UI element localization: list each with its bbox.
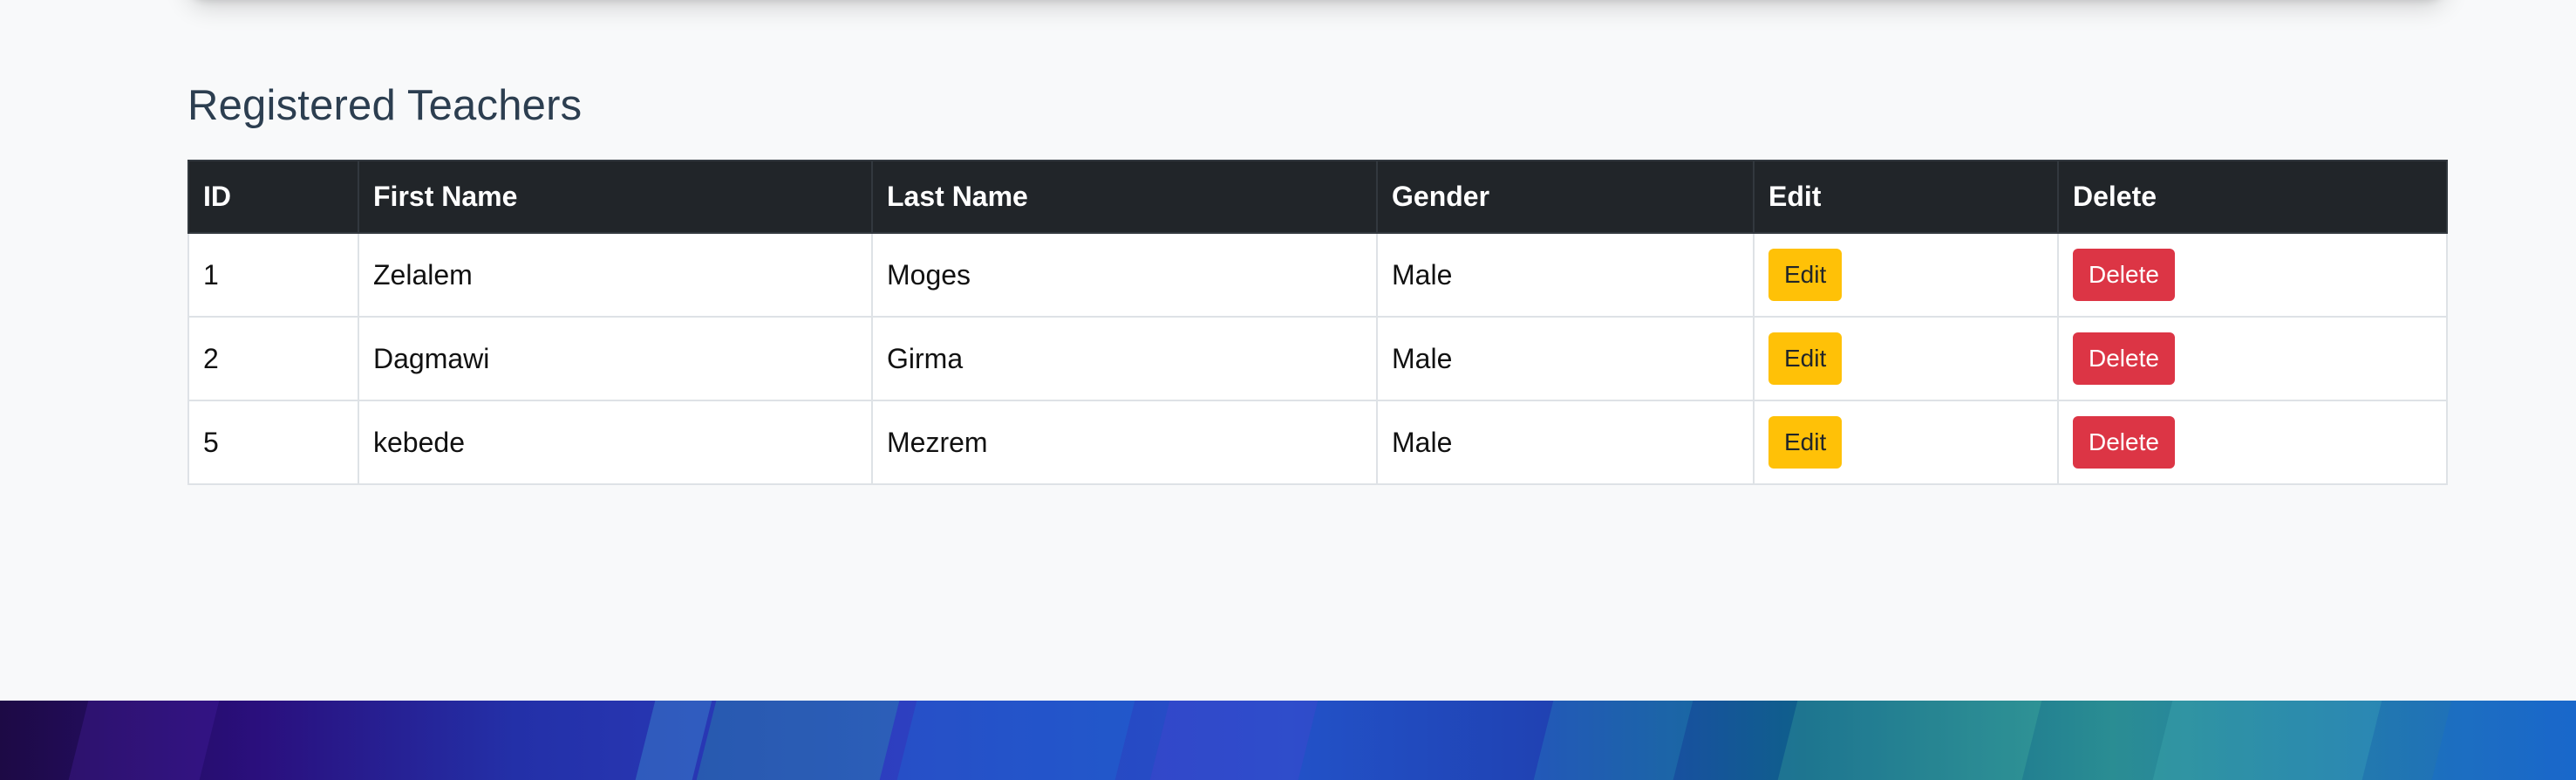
- edit-button[interactable]: Edit: [1768, 416, 1843, 469]
- delete-cell: Delete: [2057, 232, 2448, 318]
- header-gender: Gender: [1376, 160, 1755, 234]
- edit-cell: Edit: [1753, 400, 2059, 485]
- edit-button[interactable]: Edit: [1768, 249, 1843, 301]
- last-name-cell: Moges: [871, 232, 1378, 318]
- last-name-cell: Girma: [871, 316, 1378, 401]
- decorative-stripe: [68, 701, 220, 780]
- decorative-stripe: [1533, 701, 1693, 780]
- delete-cell: Delete: [2057, 316, 2448, 401]
- delete-cell: Delete: [2057, 400, 2448, 485]
- table-row: 5 kebede Mezrem Male Edit Delete: [187, 400, 2448, 485]
- delete-button[interactable]: Delete: [2073, 249, 2175, 301]
- decorative-stripe: [2431, 701, 2576, 780]
- teachers-table: ID First Name Last Name Gender Edit Dele…: [187, 160, 2448, 485]
- header-delete: Delete: [2057, 160, 2448, 234]
- gender-cell: Male: [1376, 316, 1755, 401]
- gender-cell: Male: [1376, 232, 1755, 318]
- header-last-name: Last Name: [871, 160, 1378, 234]
- edit-cell: Edit: [1753, 316, 2059, 401]
- header-edit: Edit: [1753, 160, 2059, 234]
- first-name-cell: Zelalem: [358, 232, 873, 318]
- decorative-stripe: [896, 701, 1135, 780]
- header-id: ID: [187, 160, 359, 234]
- edit-button[interactable]: Edit: [1768, 332, 1843, 385]
- teacher-id-cell: 1: [187, 232, 359, 318]
- delete-button[interactable]: Delete: [2073, 332, 2175, 385]
- last-name-cell: Mezrem: [871, 400, 1378, 485]
- section-title: Registered Teachers: [187, 82, 583, 129]
- gender-cell: Male: [1376, 400, 1755, 485]
- table-row: 2 Dagmawi Girma Male Edit Delete: [187, 316, 2448, 401]
- teacher-id-cell: 5: [187, 400, 359, 485]
- table-row: 1 Zelalem Moges Male Edit Delete: [187, 232, 2448, 318]
- edit-cell: Edit: [1753, 232, 2059, 318]
- main-content: Registered Teachers ID First Name Last N…: [187, 75, 2448, 485]
- table-body: 1 Zelalem Moges Male Edit Delete 2 Dagma…: [187, 232, 2448, 485]
- decorative-stripe: [1777, 701, 2042, 780]
- decorative-stripe: [696, 701, 900, 780]
- first-name-cell: kebede: [358, 400, 873, 485]
- table-header: ID First Name Last Name Gender Edit Dele…: [187, 160, 2448, 234]
- header-row: ID First Name Last Name Gender Edit Dele…: [187, 160, 2448, 234]
- teacher-id-cell: 2: [187, 316, 359, 401]
- footer-decorative-band: [0, 701, 2576, 780]
- decorative-stripe: [1149, 701, 1319, 780]
- delete-button[interactable]: Delete: [2073, 416, 2175, 469]
- first-name-cell: Dagmawi: [358, 316, 873, 401]
- decorative-stripe: [2152, 701, 2382, 780]
- header-first-name: First Name: [358, 160, 873, 234]
